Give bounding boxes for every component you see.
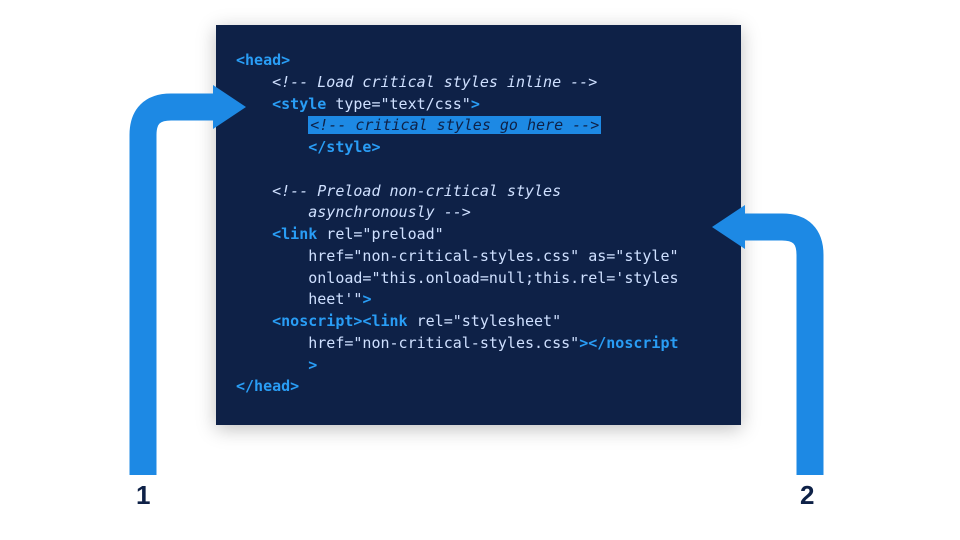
attr-noscript-href: href="non-critical-styles.css" — [308, 334, 579, 352]
tag-head-open: <head> — [236, 51, 290, 69]
arrow-two — [700, 200, 830, 480]
diagram-stage: <head> <!-- Load critical styles inline … — [0, 0, 960, 540]
attr-link-rel: rel="preload" — [317, 225, 443, 243]
attr-noscript-rel: rel="stylesheet" — [408, 312, 562, 330]
tag-noscript-link-open: <link — [362, 312, 407, 330]
tag-link-open: <link — [272, 225, 317, 243]
attr-link-onload-b: heet'" — [308, 290, 362, 308]
attr-style-type: type="text/css" — [326, 95, 471, 113]
attr-link-onload-a: onload="this.onload=null;this.rel='style… — [308, 269, 678, 287]
code-block: <head> <!-- Load critical styles inline … — [236, 50, 721, 398]
tag-link-close-bracket: > — [362, 290, 371, 308]
annotation-label-2: 2 — [800, 480, 814, 511]
code-box: <head> <!-- Load critical styles inline … — [216, 25, 741, 425]
comment-preload-b: asynchronously --> — [308, 203, 471, 221]
tag-noscript-close-bracket: > — [308, 356, 317, 374]
highlight-critical: <!-- critical styles go here --> — [308, 116, 601, 134]
annotation-label-1: 1 — [136, 480, 150, 511]
tag-style-open: <style — [272, 95, 326, 113]
tag-style-open-bracket: > — [471, 95, 480, 113]
tag-noscript-close: </noscript — [588, 334, 678, 352]
tag-noscript-link-close: > — [579, 334, 588, 352]
comment-preload-a: <!-- Preload non-critical styles — [272, 182, 561, 200]
comment-critical-inline: <!-- Load critical styles inline --> — [272, 73, 597, 91]
arrow-one — [118, 95, 238, 475]
attr-link-href-as: href="non-critical-styles.css" as="style… — [308, 247, 678, 265]
tag-style-close: </style> — [308, 138, 380, 156]
tag-noscript-open: <noscript> — [272, 312, 362, 330]
